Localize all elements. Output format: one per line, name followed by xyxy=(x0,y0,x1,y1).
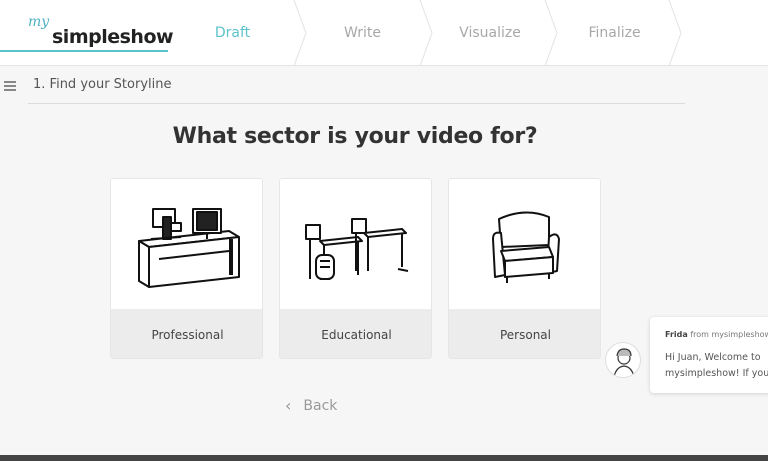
step-visualize[interactable]: Visualize xyxy=(426,0,554,66)
breadcrumb-number: 1. xyxy=(33,77,46,92)
top-header: my simpleshow Draft Write Visualize Fina… xyxy=(0,0,768,66)
chat-message-text: Hi Juan, Welcome to mysimpleshow! If you xyxy=(665,350,768,382)
office-desk-icon xyxy=(111,179,262,309)
option-card-professional[interactable]: Professional xyxy=(110,178,263,359)
chat-avatar[interactable] xyxy=(605,342,641,378)
option-label: Professional xyxy=(111,309,262,358)
school-desks-icon xyxy=(280,179,431,309)
option-label: Educational xyxy=(280,309,431,358)
breadcrumb-title: 1. Find your Storyline xyxy=(33,77,171,92)
hamburger-menu-icon[interactable] xyxy=(4,81,16,91)
chat-message-popup[interactable]: Frida from mysimpleshow Hi Juan, Welcome… xyxy=(650,317,768,393)
bottom-bar xyxy=(0,455,768,461)
chat-sender-name: Frida xyxy=(665,330,688,339)
chat-sender: Frida from mysimpleshow xyxy=(665,330,768,339)
step-finalize[interactable]: Finalize xyxy=(552,0,677,66)
step-write[interactable]: Write xyxy=(300,0,425,66)
armchair-icon xyxy=(449,179,600,309)
chat-message-line: mysimpleshow! If you xyxy=(665,368,768,379)
step-draft[interactable]: Draft xyxy=(170,0,295,66)
option-label: Personal xyxy=(449,309,600,358)
back-label: Back xyxy=(303,397,338,414)
step-label: Finalize xyxy=(588,25,641,41)
option-card-educational[interactable]: Educational xyxy=(279,178,432,359)
breadcrumb-label: Find your Storyline xyxy=(49,77,172,92)
step-navigation: Draft Write Visualize Finalize xyxy=(170,0,768,66)
logo-name: simpleshow xyxy=(52,26,174,48)
breadcrumb: 1. Find your Storyline xyxy=(0,72,690,104)
option-card-personal[interactable]: Personal xyxy=(448,178,601,359)
logo-prefix: my xyxy=(28,14,50,30)
step-label: Draft xyxy=(214,25,251,41)
divider xyxy=(28,103,685,104)
step-separator-icon xyxy=(668,0,682,66)
back-button[interactable]: ‹ Back xyxy=(285,396,337,415)
chevron-left-icon: ‹ xyxy=(285,396,292,415)
active-step-underline xyxy=(0,50,168,52)
chat-sender-from: from mysimpleshow xyxy=(690,330,768,339)
step-label: Write xyxy=(344,25,381,41)
step-label: Visualize xyxy=(459,25,521,41)
chat-message-line: Hi Juan, Welcome to xyxy=(665,352,761,363)
page-title: What sector is your video for? xyxy=(172,124,538,149)
